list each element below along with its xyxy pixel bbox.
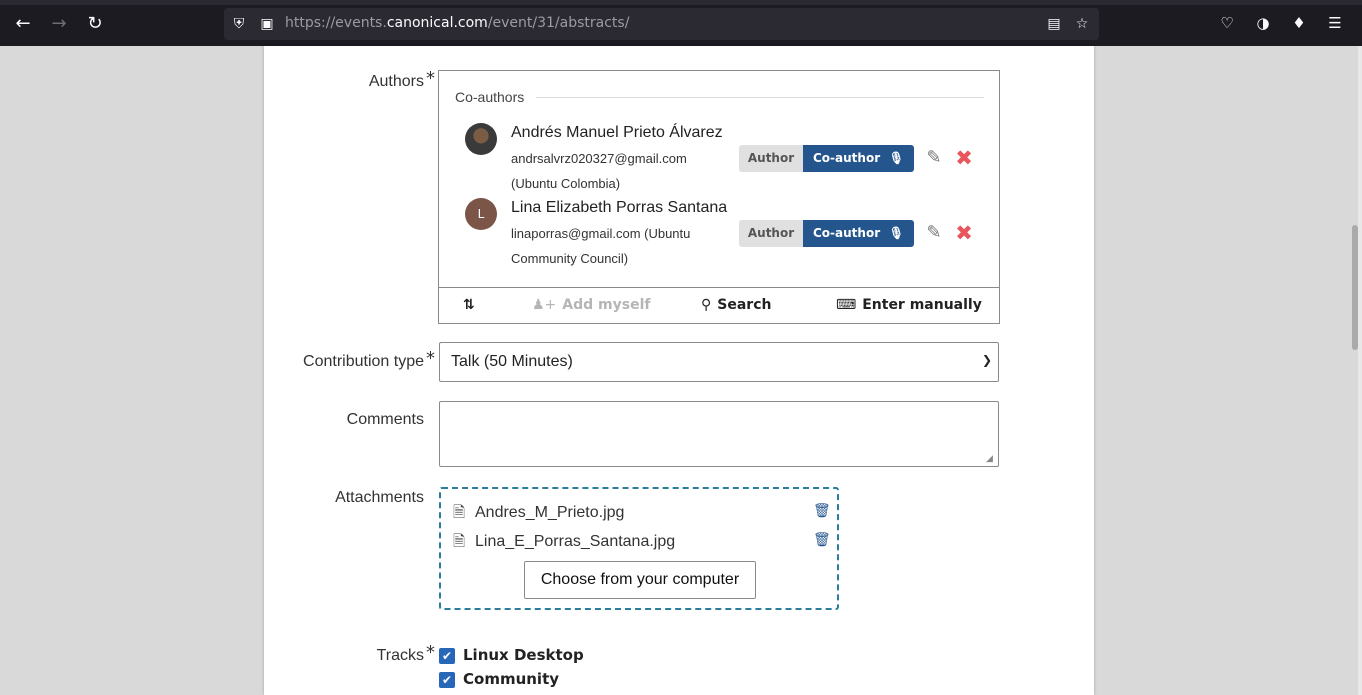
extensions-icon[interactable]: ♦	[1288, 12, 1310, 34]
attachment-file: 🗎 Andres_M_Prieto.jpg	[453, 502, 624, 527]
role-coauthor-label: Co-author	[813, 226, 881, 240]
authors-footer: ⇅ ♟+ Add myself ⚲ Search ⌨ Enter manually	[439, 287, 999, 323]
contribution-type-value: Talk (50 Minutes)	[451, 353, 573, 370]
remove-x-icon[interactable]: ✖	[953, 222, 975, 244]
role-coauthor-button[interactable]: Co-author 🎙	[803, 220, 914, 247]
scrollbar-track[interactable]	[1358, 46, 1362, 695]
role-toggle: Author Co-author 🎙	[739, 220, 914, 247]
pocket-icon[interactable]: ♡	[1216, 12, 1238, 34]
authors-label: Authors	[368, 73, 424, 90]
track-label[interactable]: Community	[463, 670, 559, 688]
author-email: andrsalvrz020327@gmail.com	[511, 151, 687, 166]
attachment-filename: Lina_E_Porras_Santana.jpg	[475, 533, 676, 550]
url-text[interactable]: https://events.canonical.com/event/31/ab…	[285, 15, 629, 31]
sort-numeric-icon[interactable]: ⇅	[463, 297, 475, 313]
comments-label: Comments	[346, 411, 424, 428]
user-plus-icon: ♟+	[532, 297, 557, 313]
scrollbar-thumb[interactable]	[1352, 225, 1358, 350]
checkbox-checked-icon[interactable]: ✔	[439, 672, 455, 688]
shield-icon[interactable]: ⛨	[230, 15, 248, 33]
account-icon[interactable]: ◑	[1252, 12, 1274, 34]
required-marker: *	[426, 348, 435, 369]
choose-file-button[interactable]: Choose from your computer	[524, 561, 756, 599]
attachment-file: 🗎 Lina_E_Porras_Santana.jpg	[453, 531, 675, 556]
search-button[interactable]: ⚲ Search	[701, 297, 771, 313]
role-toggle: Author Co-author 🎙	[739, 145, 914, 172]
reload-icon[interactable]: ↻	[83, 12, 107, 36]
role-coauthor-button[interactable]: Co-author 🎙	[803, 145, 914, 172]
search-label: Search	[717, 297, 772, 313]
authors-box: Co-authors Andrés Manuel Prieto Álvarez …	[438, 70, 1000, 324]
reader-view-icon[interactable]: ▤	[1045, 15, 1063, 33]
trash-icon[interactable]: 🗑	[813, 502, 831, 520]
enter-manually-label: Enter manually	[862, 297, 982, 313]
author-affiliation: Community Council)	[511, 251, 629, 266]
browser-toolbar: ← → ↻ ⛨ ▣ https://events.canonical.com/e…	[0, 0, 1362, 46]
file-icon: 🗎	[453, 504, 466, 521]
role-author-button[interactable]: Author	[739, 220, 803, 247]
search-icon: ⚲	[701, 297, 712, 313]
enter-manually-button[interactable]: ⌨ Enter manually	[836, 297, 982, 313]
pencil-icon[interactable]: ✎	[923, 222, 945, 244]
menu-icon[interactable]: ☰	[1324, 12, 1346, 34]
role-coauthor-label: Co-author	[813, 151, 881, 165]
forward-arrow-icon[interactable]: →	[47, 12, 71, 36]
trash-icon[interactable]: 🗑	[813, 531, 831, 549]
file-icon: 🗎	[453, 533, 466, 550]
microphone-icon[interactable]: 🎙	[889, 145, 904, 172]
comments-textarea[interactable]	[439, 401, 999, 467]
microphone-icon[interactable]: 🎙	[889, 220, 904, 247]
contribution-type-label: Contribution type	[303, 353, 424, 370]
author-affiliation: (Ubuntu Colombia)	[511, 176, 621, 191]
divider	[536, 97, 984, 98]
chevron-down-icon: ❯	[981, 353, 992, 367]
avatar: L	[465, 198, 497, 230]
keyboard-icon: ⌨	[836, 297, 857, 313]
attachments-dropzone[interactable]: 🗎 Andres_M_Prieto.jpg 🗑 🗎 Lina_E_Porras_Sa…	[439, 487, 839, 610]
attachment-filename: Andres_M_Prieto.jpg	[475, 504, 625, 521]
required-marker: *	[426, 642, 435, 663]
checkbox-checked-icon[interactable]: ✔	[439, 648, 455, 664]
tab-strip-edge	[0, 0, 1362, 5]
avatar	[465, 123, 497, 155]
author-email: linaporras@gmail.com (Ubuntu	[511, 226, 691, 241]
resize-grip-icon[interactable]: ◢	[986, 454, 996, 464]
role-author-button[interactable]: Author	[739, 145, 803, 172]
back-arrow-icon[interactable]: ←	[11, 12, 35, 36]
track-label[interactable]: Linux Desktop	[463, 646, 584, 664]
remove-x-icon[interactable]: ✖	[953, 147, 975, 169]
pencil-icon[interactable]: ✎	[923, 147, 945, 169]
tracks-label: Tracks	[376, 647, 424, 664]
lock-icon[interactable]: ▣	[258, 15, 276, 33]
required-marker: *	[426, 68, 435, 89]
bookmark-star-icon[interactable]: ☆	[1073, 15, 1091, 33]
attachments-label: Attachments	[335, 489, 424, 506]
author-name: Andrés Manuel Prieto Álvarez	[511, 124, 723, 141]
author-name: Lina Elizabeth Porras Santana	[511, 199, 728, 216]
coauthors-heading: Co-authors	[455, 89, 525, 105]
address-bar[interactable]: ⛨ ▣ https://events.canonical.com/event/3…	[224, 8, 1099, 40]
add-myself-button[interactable]: ♟+ Add myself	[532, 297, 650, 313]
contribution-type-select[interactable]: Talk (50 Minutes) ❯	[439, 342, 999, 382]
add-myself-label: Add myself	[562, 297, 651, 313]
